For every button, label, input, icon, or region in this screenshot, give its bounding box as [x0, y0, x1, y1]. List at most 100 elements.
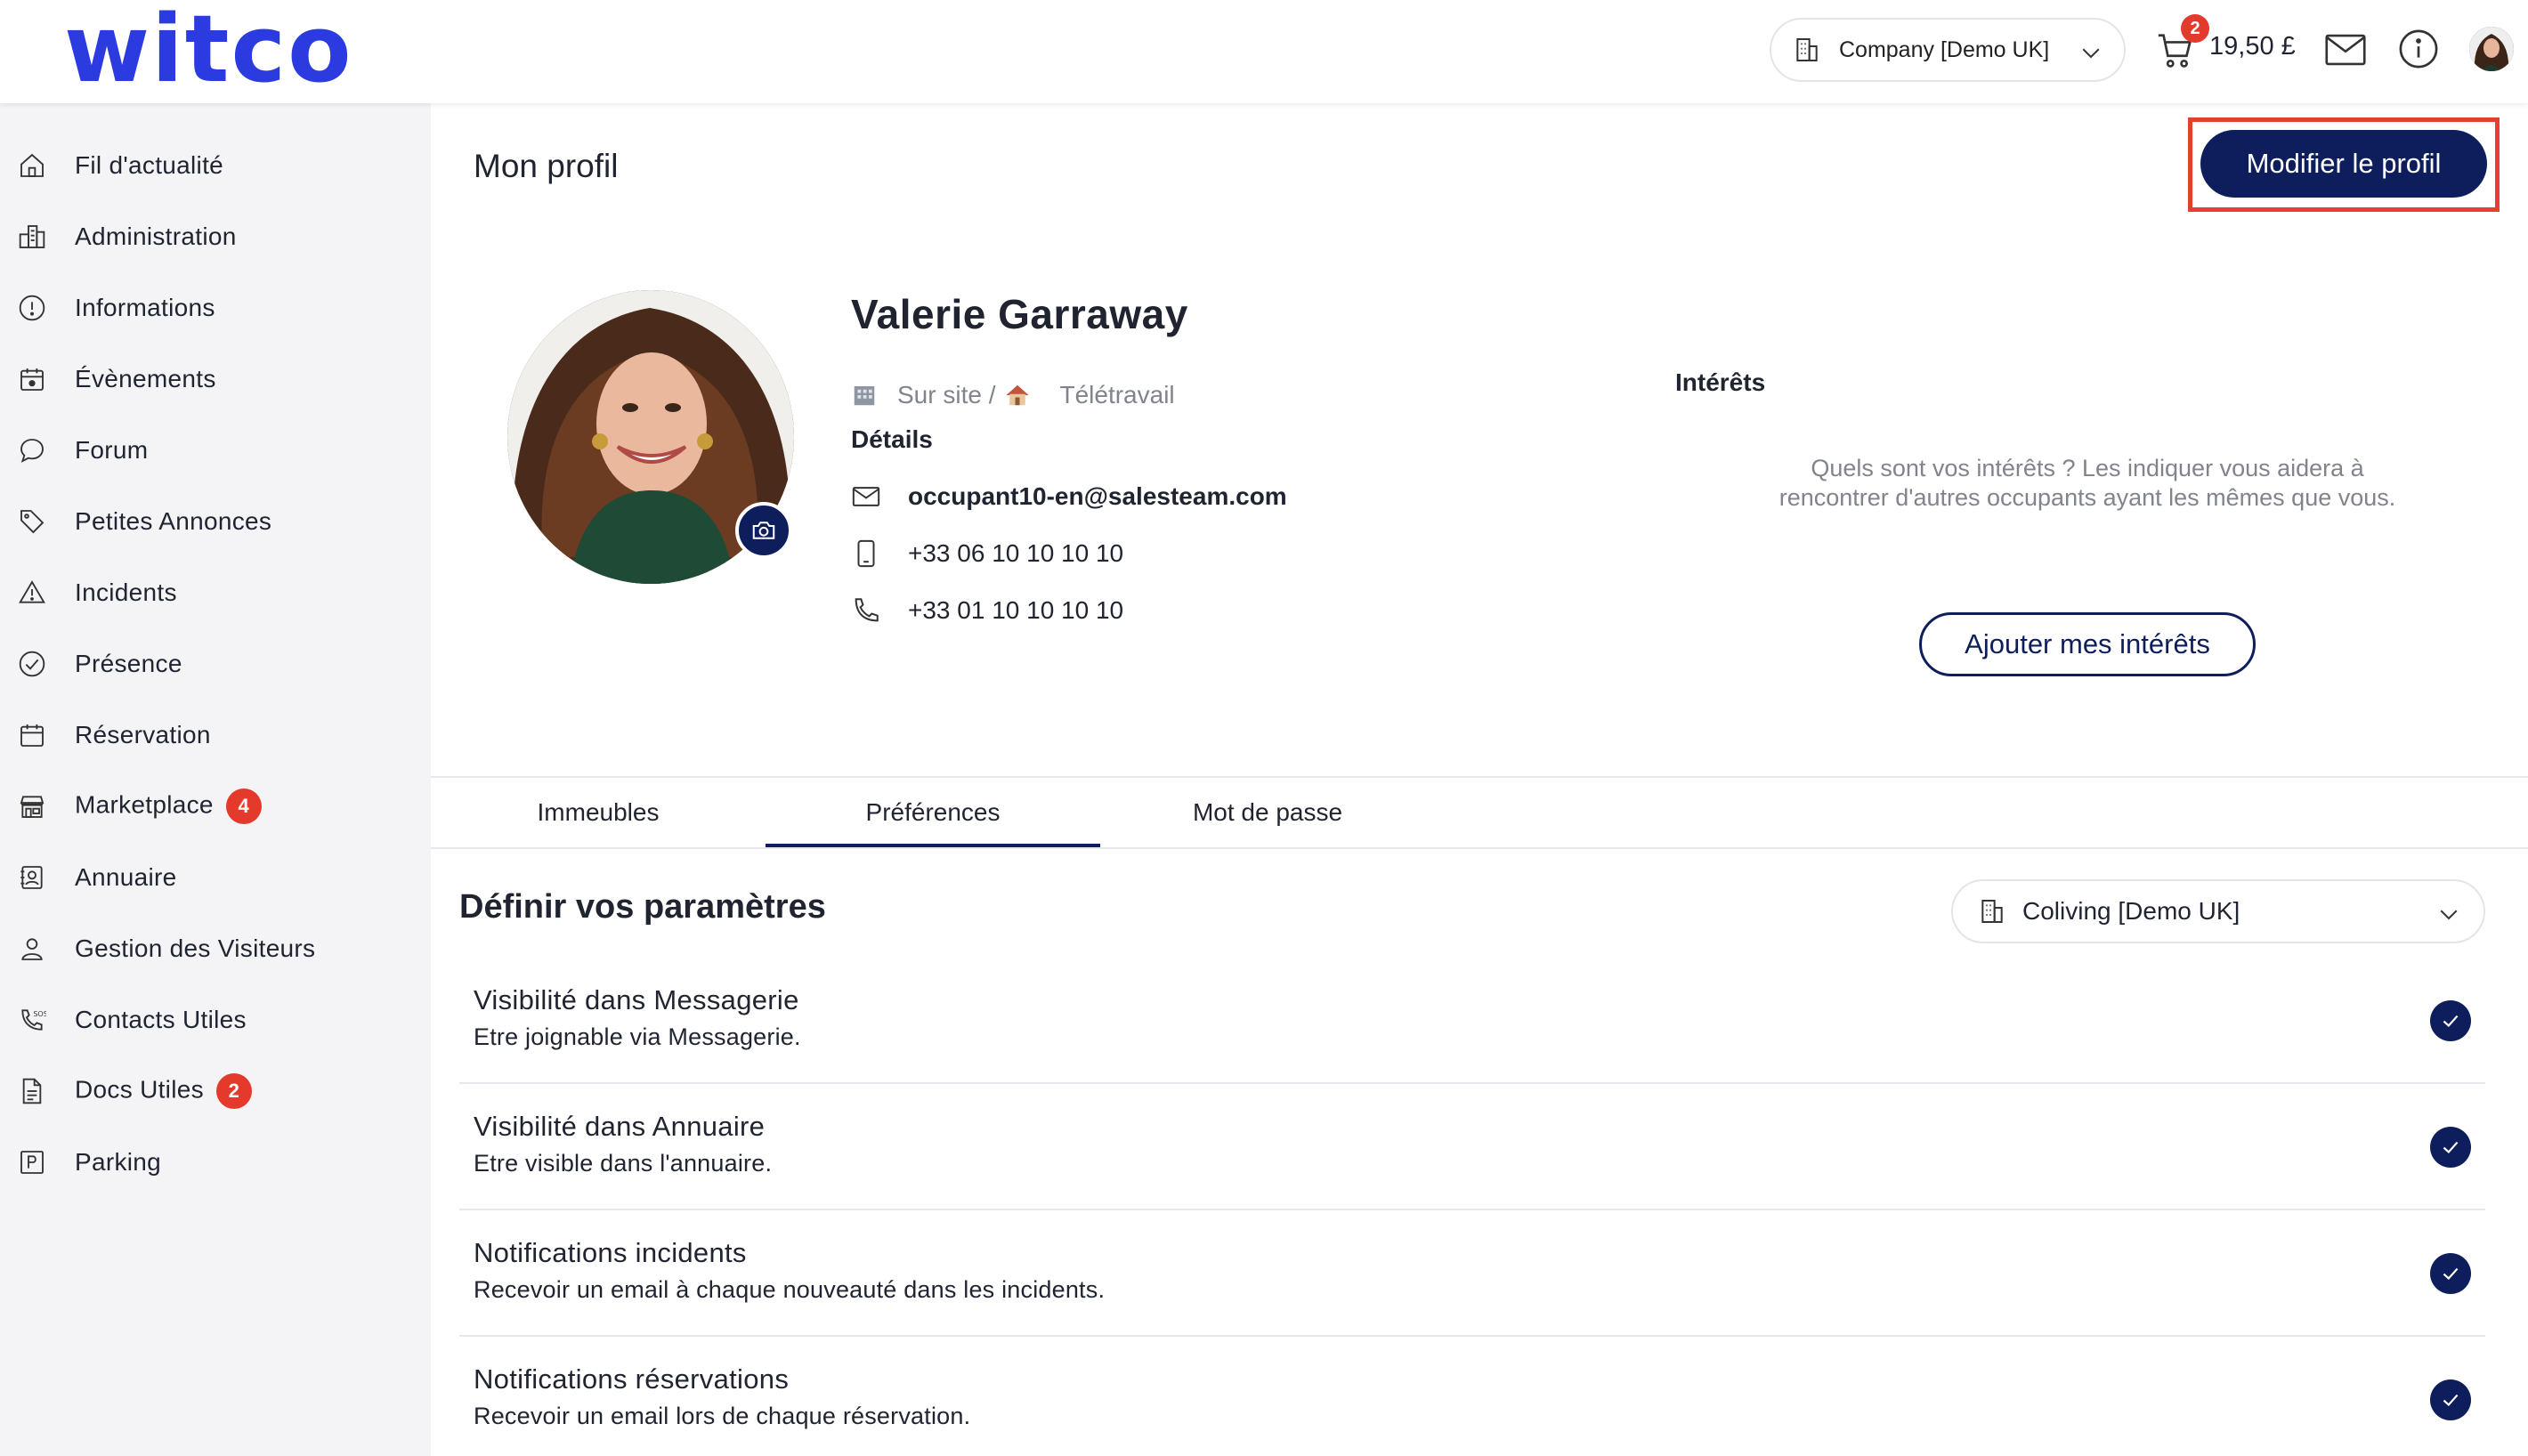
pref-row-annuaire: Visibilité dans Annuaire Etre visible da… — [459, 1084, 2485, 1210]
phone-value[interactable]: +33 01 10 10 10 10 — [908, 596, 1123, 625]
sidebar-item-evenements[interactable]: Évènements — [0, 344, 431, 415]
info-icon[interactable] — [2398, 28, 2439, 69]
phone-row: +33 01 10 10 10 10 — [851, 595, 1123, 626]
add-interests-button[interactable]: Ajouter mes intérêts — [1919, 612, 2256, 676]
sidebar-item-label: Réservation — [75, 721, 211, 748]
sidebar-item-informations[interactable]: Informations — [0, 272, 431, 344]
house-icon — [1006, 384, 1029, 406]
docs-utiles-badge: 2 — [215, 1073, 252, 1109]
mobile-value[interactable]: +33 06 10 10 10 10 — [908, 539, 1123, 568]
visitor-icon — [16, 933, 48, 965]
change-photo-button[interactable] — [735, 502, 792, 559]
tab-immeubles[interactable]: Immeubles — [431, 778, 766, 847]
email-row: occupant10-en@salesteam.com — [851, 481, 1287, 512]
building-icon — [1981, 900, 2003, 923]
tab-mot-de-passe[interactable]: Mot de passe — [1100, 778, 1435, 847]
camera-icon — [752, 522, 775, 539]
chevron-down-icon — [2440, 910, 2458, 920]
sidebar-item-label: Petites Annonces — [75, 507, 272, 535]
tab-preferences[interactable]: Préférences — [766, 778, 1100, 847]
svg-text:SOS: SOS — [33, 1010, 46, 1018]
check-icon — [2443, 1141, 2459, 1153]
settings-title: Définir vos paramètres — [459, 888, 826, 926]
sidebar-item-reservation[interactable]: Réservation — [0, 700, 431, 771]
profile-name: Valerie Garraway — [851, 291, 1188, 337]
sidebar-item-marketplace[interactable]: Marketplace 4 — [0, 771, 431, 842]
mail-icon — [852, 487, 880, 506]
cart-total[interactable]: 19,50 £ — [2209, 32, 2296, 61]
pref-row-reservations: Notifications réservations Recevoir un e… — [459, 1337, 2485, 1456]
sidebar-item-annuaire[interactable]: Annuaire — [0, 842, 431, 913]
phone-icon — [855, 598, 879, 622]
sidebar-item-label: Annuaire — [75, 863, 177, 891]
sidebar-item-administration[interactable]: Administration — [0, 201, 431, 272]
sidebar-item-forum[interactable]: Forum — [0, 415, 431, 486]
sidebar-item-label: Présence — [75, 650, 182, 677]
details-title: Détails — [851, 425, 933, 453]
check-icon — [2443, 1394, 2459, 1406]
sidebar-item-label: Forum — [75, 436, 149, 464]
home-icon — [16, 150, 48, 182]
sidebar-item-label: Informations — [75, 294, 215, 321]
avatar[interactable] — [2469, 27, 2514, 71]
company-select[interactable]: Company [Demo UK] — [1770, 18, 2126, 82]
edit-profile-button[interactable]: Modifier le profil — [2200, 130, 2487, 198]
sidebar-item-label: Parking — [75, 1148, 162, 1176]
pref-checkbox[interactable] — [2430, 1127, 2471, 1168]
company-select-label: Company [Demo UK] — [1839, 36, 2050, 62]
buildings-icon — [16, 221, 48, 253]
chevron-down-icon — [2082, 48, 2100, 59]
sidebar-item-label: Contacts Utiles — [75, 1006, 247, 1033]
pref-description: Recevoir un email lors de chaque réserva… — [474, 1403, 971, 1429]
pref-title: Notifications réservations — [474, 1363, 790, 1395]
building-select[interactable]: Coliving [Demo UK] — [1951, 879, 2485, 943]
tag-icon — [16, 506, 48, 538]
page-title: Mon profil — [474, 148, 619, 184]
store-icon — [16, 790, 48, 822]
mail-icon[interactable] — [2325, 34, 2366, 66]
work-modes: Sur site / Télétravail — [851, 381, 1175, 409]
sidebar-item-petites-annonces[interactable]: Petites Annonces — [0, 486, 431, 557]
sidebar-item-label: Fil d'actualité — [75, 151, 224, 179]
mobile-row: +33 06 10 10 10 10 — [851, 538, 1123, 569]
pref-description: Etre joignable via Messagerie. — [474, 1023, 801, 1050]
sidebar-item-fil-actualite[interactable]: Fil d'actualité — [0, 130, 431, 201]
sidebar-item-label: Évènements — [75, 365, 216, 392]
work-on-site-label: Sur site / — [897, 381, 996, 408]
check-circle-icon — [16, 648, 48, 680]
sidebar-item-contacts-utiles[interactable]: SOS Contacts Utiles — [0, 984, 431, 1056]
pref-checkbox[interactable] — [2430, 1253, 2471, 1294]
calendar-icon — [16, 719, 48, 751]
office-building-icon — [854, 386, 875, 406]
pref-title: Visibilité dans Annuaire — [474, 1111, 766, 1142]
pref-row-incidents: Notifications incidents Recevoir un emai… — [459, 1210, 2485, 1337]
top-header: witco Company [Demo UK] 2 19,50 £ — [0, 0, 2528, 103]
pref-description: Recevoir un email à chaque nouveauté dan… — [474, 1276, 1106, 1303]
email-value[interactable]: occupant10-en@salesteam.com — [908, 482, 1287, 511]
document-icon — [16, 1075, 48, 1107]
chat-bubble-icon — [16, 434, 48, 466]
work-remote-label: Télétravail — [1059, 381, 1175, 408]
sidebar-item-label-wrap: Docs Utiles 2 — [75, 1073, 252, 1109]
warning-icon — [16, 577, 48, 609]
marketplace-badge: 4 — [225, 789, 262, 824]
sidebar-item-label: Docs Utiles — [75, 1075, 204, 1104]
check-icon — [2443, 1267, 2459, 1280]
pref-checkbox[interactable] — [2430, 1000, 2471, 1041]
sidebar-item-incidents[interactable]: Incidents — [0, 557, 431, 628]
info-icon — [16, 292, 48, 324]
sidebar-item-label: Gestion des Visiteurs — [75, 934, 316, 962]
calendar-star-icon — [16, 363, 48, 395]
mobile-phone-icon — [857, 539, 875, 568]
witco-logo[interactable]: witco — [64, 0, 353, 98]
sidebar-item-gestion-visiteurs[interactable]: Gestion des Visiteurs — [0, 913, 431, 984]
sidebar-item-parking[interactable]: Parking — [0, 1127, 431, 1198]
sos-phone-icon: SOS — [16, 1004, 48, 1036]
sidebar-item-docs-utiles[interactable]: Docs Utiles 2 — [0, 1056, 431, 1127]
interests-title: Intérêts — [1675, 368, 1766, 396]
building-select-label: Coliving [Demo UK] — [2022, 897, 2240, 925]
sidebar-item-label: Marketplace — [75, 790, 214, 819]
contact-book-icon — [16, 861, 48, 894]
sidebar-item-presence[interactable]: Présence — [0, 628, 431, 700]
pref-checkbox[interactable] — [2430, 1379, 2471, 1420]
